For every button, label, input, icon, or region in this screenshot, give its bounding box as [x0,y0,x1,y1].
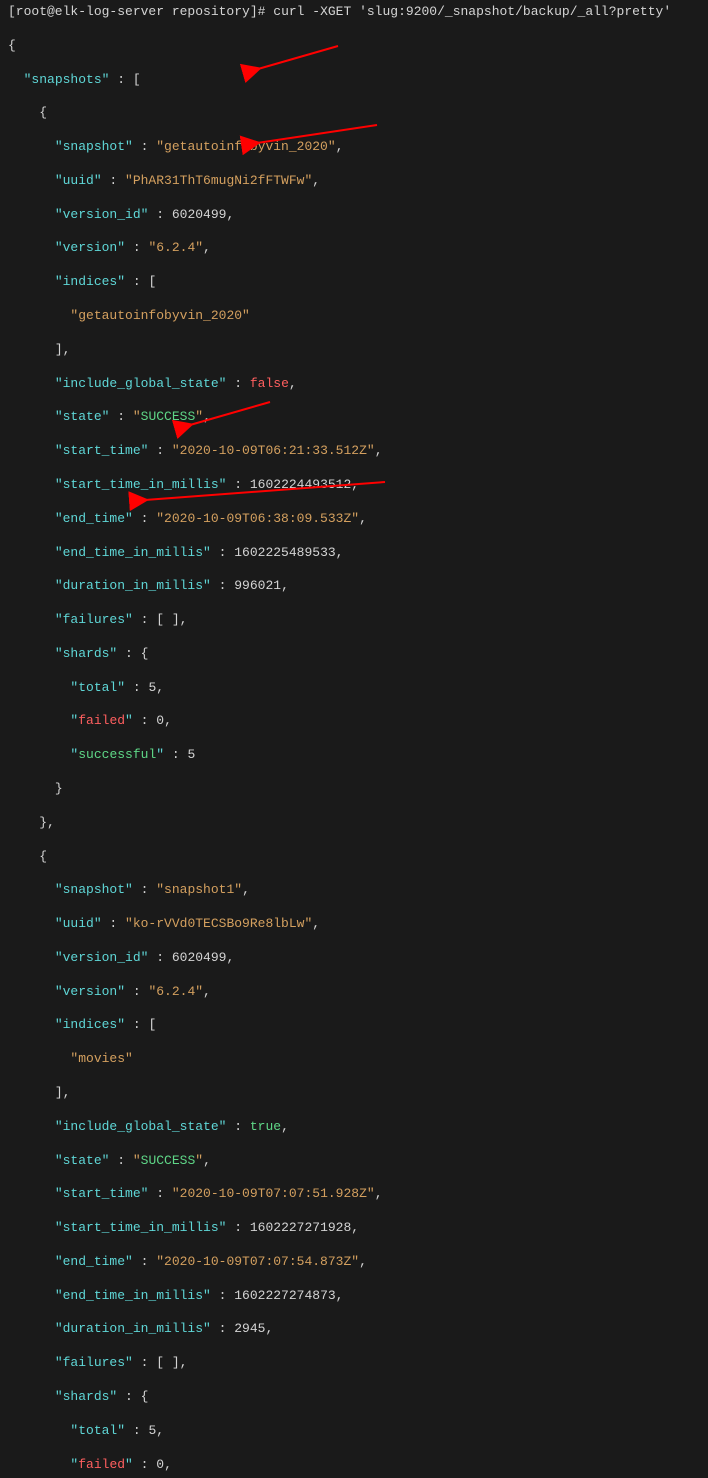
json-line: "start_time_in_millis" : 1602227271928, [8,1220,700,1237]
snapshot-name-1: "getautoinfobyvin_2020" [156,139,335,154]
json-line: "duration_in_millis" : 996021, [8,578,700,595]
state-success-2: SUCCESS [141,1153,196,1168]
json-line: "snapshot" : "snapshot1", [8,882,700,899]
failed-label-1: failed [78,713,125,728]
json-line: "end_time" : "2020-10-09T07:07:54.873Z", [8,1254,700,1271]
json-line: "failed" : 0, [8,713,700,730]
successful-label-1: successful [78,747,156,762]
command-text: curl -XGET 'slug:9200/_snapshot/backup/_… [273,4,671,19]
json-line: "snapshot" : "getautoinfobyvin_2020", [8,139,700,156]
json-line: "version_id" : 6020499, [8,207,700,224]
json-line: "indices" : [ [8,1017,700,1034]
indices-value-2: "movies" [70,1051,132,1066]
json-line: "uuid" : "PhAR31ThT6mugNi2fFTWFw", [8,173,700,190]
json-line: "start_time" : "2020-10-09T07:07:51.928Z… [8,1186,700,1203]
json-line: "version_id" : 6020499, [8,950,700,967]
json-line: "snapshots" : [ [8,72,700,89]
json-line: "end_time_in_millis" : 1602225489533, [8,545,700,562]
json-line: "state" : "SUCCESS", [8,1153,700,1170]
json-line: "start_time_in_millis" : 1602224493512, [8,477,700,494]
json-line: { [8,105,700,122]
json-line: "duration_in_millis" : 2945, [8,1321,700,1338]
json-line: "version" : "6.2.4", [8,240,700,257]
json-line: "include_global_state" : true, [8,1119,700,1136]
json-line: "end_time_in_millis" : 1602227274873, [8,1288,700,1305]
json-line: "include_global_state" : false, [8,376,700,393]
snapshot-name-2: "snapshot1" [156,882,242,897]
json-line: "failures" : [ ], [8,612,700,629]
json-line: ], [8,342,700,359]
json-line: "end_time" : "2020-10-09T06:38:09.533Z", [8,511,700,528]
json-line: "start_time" : "2020-10-09T06:21:33.512Z… [8,443,700,460]
state-success-1: SUCCESS [141,409,196,424]
failed-label-2: failed [78,1457,125,1472]
json-line: "version" : "6.2.4", [8,984,700,1001]
prompt-line: [root@elk-log-server repository]# curl -… [8,4,700,21]
json-line: "total" : 5, [8,1423,700,1440]
json-line: } [8,781,700,798]
json-line: "shards" : { [8,646,700,663]
json-line: "failures" : [ ], [8,1355,700,1372]
json-line: "successful" : 5 [8,747,700,764]
json-line: "movies" [8,1051,700,1068]
json-line: "state" : "SUCCESS", [8,409,700,426]
prompt-user-host: [root@elk-log-server repository]# [8,4,265,19]
json-line: { [8,38,700,55]
json-line: { [8,849,700,866]
json-line: ], [8,1085,700,1102]
terminal-output: [root@elk-log-server repository]# curl -… [8,4,700,1478]
json-line: "shards" : { [8,1389,700,1406]
json-line: "indices" : [ [8,274,700,291]
json-line: "uuid" : "ko-rVVd0TECSBo9Re8lbLw", [8,916,700,933]
json-line: "getautoinfobyvin_2020" [8,308,700,325]
json-line: "total" : 5, [8,680,700,697]
json-line: }, [8,815,700,832]
json-line: "failed" : 0, [8,1457,700,1474]
indices-value-1: "getautoinfobyvin_2020" [70,308,249,323]
